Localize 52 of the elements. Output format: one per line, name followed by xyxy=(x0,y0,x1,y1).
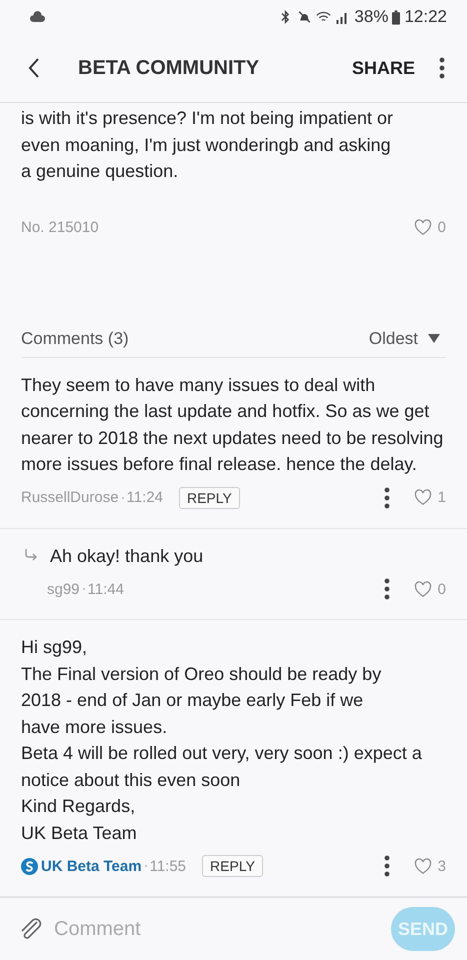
comment-time: 11:44 xyxy=(88,580,124,598)
share-button[interactable]: SHARE xyxy=(352,58,415,78)
dropdown-icon xyxy=(428,334,440,343)
comment-text: nearer to 2018 the next updates need to be resolving xyxy=(21,426,444,450)
heart-icon[interactable] xyxy=(414,219,432,236)
comment-text: They seem to have many issues to deal with xyxy=(21,374,376,397)
comment-text: UK Beta Team xyxy=(21,822,138,844)
separator-dot xyxy=(122,496,124,498)
post-text: a genuine question. xyxy=(21,160,180,183)
page-title: BETA COMMUNITY xyxy=(78,56,260,80)
sort-dropdown[interactable]: Oldest xyxy=(368,328,446,348)
cloud-icon xyxy=(30,10,45,24)
comment-time: 11:55 xyxy=(150,858,186,874)
heart-icon[interactable] xyxy=(414,858,432,874)
mute-icon xyxy=(297,10,312,24)
comments-heading: Comments (3) xyxy=(21,328,129,348)
comment-text: Beta 4 will be rolled out very, very soon :) expect a xyxy=(21,742,422,765)
reply-button[interactable]: REPLY xyxy=(202,855,263,877)
reply-arrow-icon xyxy=(24,548,38,560)
comment-text: Hi sg99, xyxy=(21,636,88,659)
like-count: 3 xyxy=(438,858,446,874)
post-number: No. 215010 xyxy=(21,219,99,236)
comment-text: The Final version of Oreo should be ready by xyxy=(21,662,382,686)
heart-icon[interactable] xyxy=(414,489,432,506)
separator-dot xyxy=(82,588,85,590)
back-icon[interactable] xyxy=(28,57,40,79)
comment-time: 11:24 xyxy=(126,489,163,506)
comment-text: concerning the last update and hotfix. So as we get xyxy=(21,400,430,423)
battery-level: 38% xyxy=(354,7,388,27)
heart-icon[interactable] xyxy=(414,580,432,598)
like-count: 0 xyxy=(438,580,446,598)
comment-text: more issues before final release. hence the delay. xyxy=(21,453,418,476)
clock: 12:22 xyxy=(404,7,447,27)
comment-text: have more issues. xyxy=(21,716,168,738)
more-icon[interactable] xyxy=(384,855,390,877)
more-icon[interactable] xyxy=(384,486,390,508)
comment-text: notice about this even soon xyxy=(21,768,242,792)
reply-button[interactable]: REPLY xyxy=(178,486,240,508)
more-icon[interactable] xyxy=(384,578,390,600)
author-name[interactable]: UK Beta Team xyxy=(41,858,142,874)
staff-badge-icon xyxy=(21,858,38,874)
comment-text: Ah okay! thank you xyxy=(50,544,204,568)
like-count: 0 xyxy=(438,219,446,236)
comment-text: Kind Regards, xyxy=(21,795,136,818)
wifi-icon xyxy=(316,10,332,24)
like-count: 1 xyxy=(438,489,446,506)
comment-text: 2018 - end of Jan or maybe early Feb if we xyxy=(21,689,364,712)
separator-dot xyxy=(144,865,147,867)
more-icon[interactable] xyxy=(439,57,445,79)
post-text: is with it's presence? I'm not being impatient or xyxy=(21,107,394,130)
post-text: even moaning, I'm just wonderingb and asking xyxy=(21,134,392,157)
battery-icon xyxy=(392,10,400,24)
